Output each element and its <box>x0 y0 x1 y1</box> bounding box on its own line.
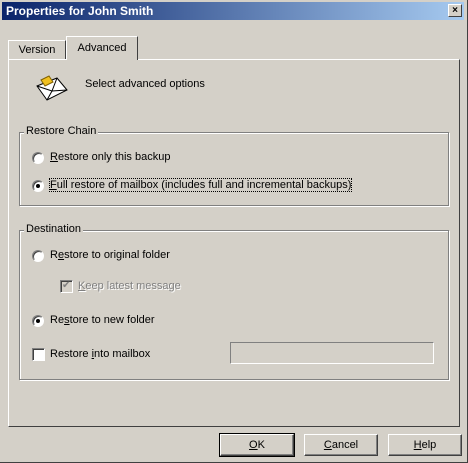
restore-chain-label: Restore Chain <box>24 125 99 137</box>
help-button[interactable]: Help <box>388 434 462 456</box>
destination-group: Destination Restore to original folder K… <box>19 223 449 380</box>
cancel-button[interactable]: Cancel <box>304 434 378 456</box>
restore-new-folder-radio[interactable] <box>32 315 44 327</box>
keep-latest-message-label[interactable]: Keep latest message <box>78 280 181 292</box>
restore-into-mailbox-checkbox[interactable] <box>32 348 45 361</box>
tab-version[interactable]: Version <box>8 40 66 60</box>
restore-new-folder-label[interactable]: Restore to new folder <box>50 314 155 326</box>
ok-button[interactable]: OK <box>219 433 295 457</box>
title-bar[interactable]: Properties for John Smith × <box>2 2 464 20</box>
tab-version-label: Version <box>18 44 56 56</box>
header-text: Select advanced options <box>85 78 205 90</box>
close-button[interactable]: × <box>448 4 462 17</box>
mailbox-input[interactable] <box>230 342 434 364</box>
full-restore-radio[interactable] <box>32 180 44 192</box>
advanced-tab-panel: Select advanced options Restore Chain Re… <box>8 59 460 427</box>
restore-only-this-backup-radio[interactable] <box>32 152 44 164</box>
restore-into-mailbox-label[interactable]: Restore into mailbox <box>50 348 150 360</box>
restore-original-folder-label[interactable]: Restore to original folder <box>50 249 170 261</box>
properties-dialog: Properties for John Smith × Version Adva… <box>0 0 468 463</box>
destination-label: Destination <box>24 223 84 235</box>
restore-chain-group: Restore Chain Restore only this backup F… <box>19 125 449 206</box>
tab-advanced-label: Advanced <box>77 42 127 54</box>
window-title: Properties for John Smith <box>6 4 154 18</box>
restore-original-folder-radio[interactable] <box>32 250 44 262</box>
restore-only-this-backup-label[interactable]: Restore only this backup <box>50 151 170 163</box>
envelope-icon <box>36 75 68 101</box>
full-restore-label[interactable]: Full restore of mailbox (includes full a… <box>48 178 353 192</box>
close-icon: × <box>452 5 458 16</box>
tab-advanced[interactable]: Advanced <box>66 36 138 60</box>
keep-latest-message-checkbox[interactable] <box>60 280 73 293</box>
